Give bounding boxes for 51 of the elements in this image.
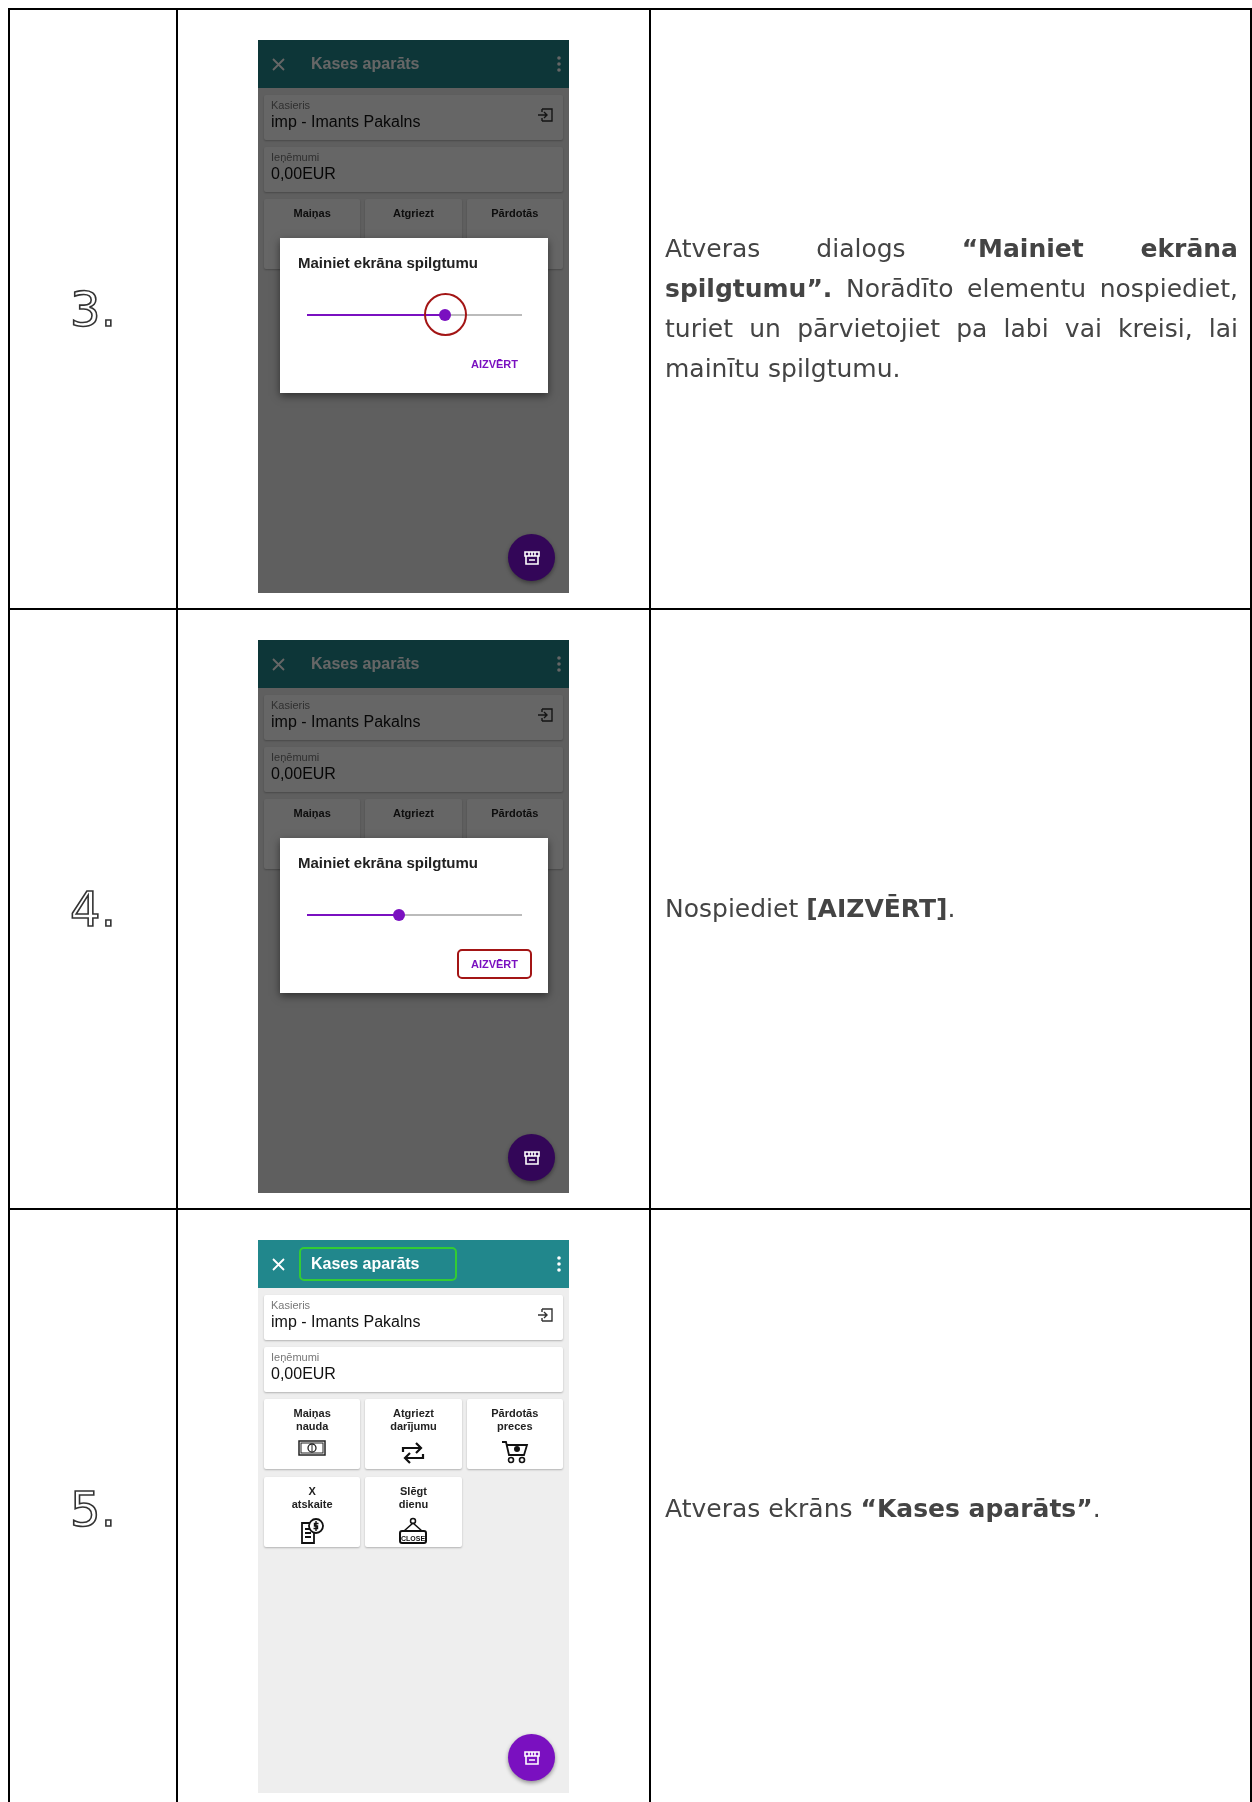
tile-label: Pārdotās bbox=[491, 1407, 539, 1420]
store-icon bbox=[523, 1750, 540, 1765]
step-number: 4. bbox=[70, 881, 116, 937]
tile-label: Atgriezt bbox=[393, 207, 434, 220]
close-button[interactable]: AIZVĒRT bbox=[456, 349, 532, 379]
tile-label: Maiņas bbox=[293, 807, 331, 820]
tile-label: nauda bbox=[295, 1420, 329, 1433]
tile-label: Atgriezt bbox=[393, 807, 434, 820]
revenue-amount: 0,00EUR bbox=[271, 765, 336, 783]
tile-label: Pārdotās bbox=[491, 207, 539, 220]
revenue-amount: 0,00EUR bbox=[271, 165, 336, 183]
action-tile[interactable]: Atgriezt darījumu bbox=[365, 1399, 462, 1469]
tile-label: dienu bbox=[398, 1498, 429, 1511]
tile-label: Pārdotās bbox=[491, 807, 539, 820]
tile-label: darījumu bbox=[390, 1420, 437, 1433]
tile-label: Slēgt bbox=[400, 1485, 427, 1498]
cashier-name: imp - Imants Pakalns bbox=[271, 113, 421, 131]
screen-title: Kases aparāts bbox=[310, 654, 421, 674]
tile-label: Maiņas bbox=[293, 1407, 331, 1420]
store-icon bbox=[523, 550, 540, 565]
cashier-name: imp - Imants Pakalns bbox=[271, 713, 421, 731]
screen-title: Kases aparāts bbox=[299, 1247, 457, 1281]
step-description: Nospiediet [AIZVĒRT]. bbox=[665, 893, 956, 925]
logout-icon[interactable] bbox=[537, 1308, 553, 1322]
close-button[interactable]: AIZVĒRT bbox=[456, 949, 532, 979]
action-tile[interactable]: Pārdotās preces bbox=[466, 1399, 563, 1469]
banknote-icon bbox=[298, 1439, 327, 1457]
tile-label: atskaite bbox=[291, 1498, 333, 1511]
field-label: Ieņēmumi bbox=[271, 1351, 320, 1363]
step-number: 5. bbox=[70, 1481, 116, 1537]
slider-thumb[interactable] bbox=[393, 909, 406, 921]
cashier-name: imp - Imants Pakalns bbox=[271, 1313, 421, 1331]
screen-title: Kases aparāts bbox=[310, 54, 421, 74]
close-icon[interactable] bbox=[272, 1257, 285, 1271]
cart-icon bbox=[500, 1439, 529, 1465]
tile-label: Atgriezt bbox=[393, 1407, 434, 1420]
step-description: Atveras dialogs “Mainiet ekrāna spilgtumu”. Norādīto elementu nospiediet, turiet un pārvietojiet pa labi vai kreisi, lai mainītu spilgtumu. bbox=[665, 233, 1238, 385]
field-label: Kasieris bbox=[271, 1299, 311, 1311]
slider-thumb[interactable] bbox=[438, 309, 451, 321]
step-number: 3. bbox=[70, 281, 116, 337]
tile-label: X bbox=[308, 1485, 316, 1498]
tile-label: preces bbox=[497, 1420, 533, 1433]
action-tile[interactable]: Maiņas nauda bbox=[264, 1399, 361, 1469]
tile-label: Maiņas bbox=[293, 207, 331, 220]
more-icon[interactable] bbox=[557, 1256, 561, 1272]
revenue-amount: 0,00EUR bbox=[271, 1365, 336, 1383]
action-tile[interactable]: X atskaite bbox=[264, 1477, 361, 1547]
brightness-slider[interactable] bbox=[307, 293, 522, 337]
store-icon bbox=[523, 1150, 540, 1165]
dollar-receipt-icon bbox=[299, 1517, 326, 1545]
step-description: Atveras ekrāns “Kases aparāts”. bbox=[665, 1493, 1101, 1525]
